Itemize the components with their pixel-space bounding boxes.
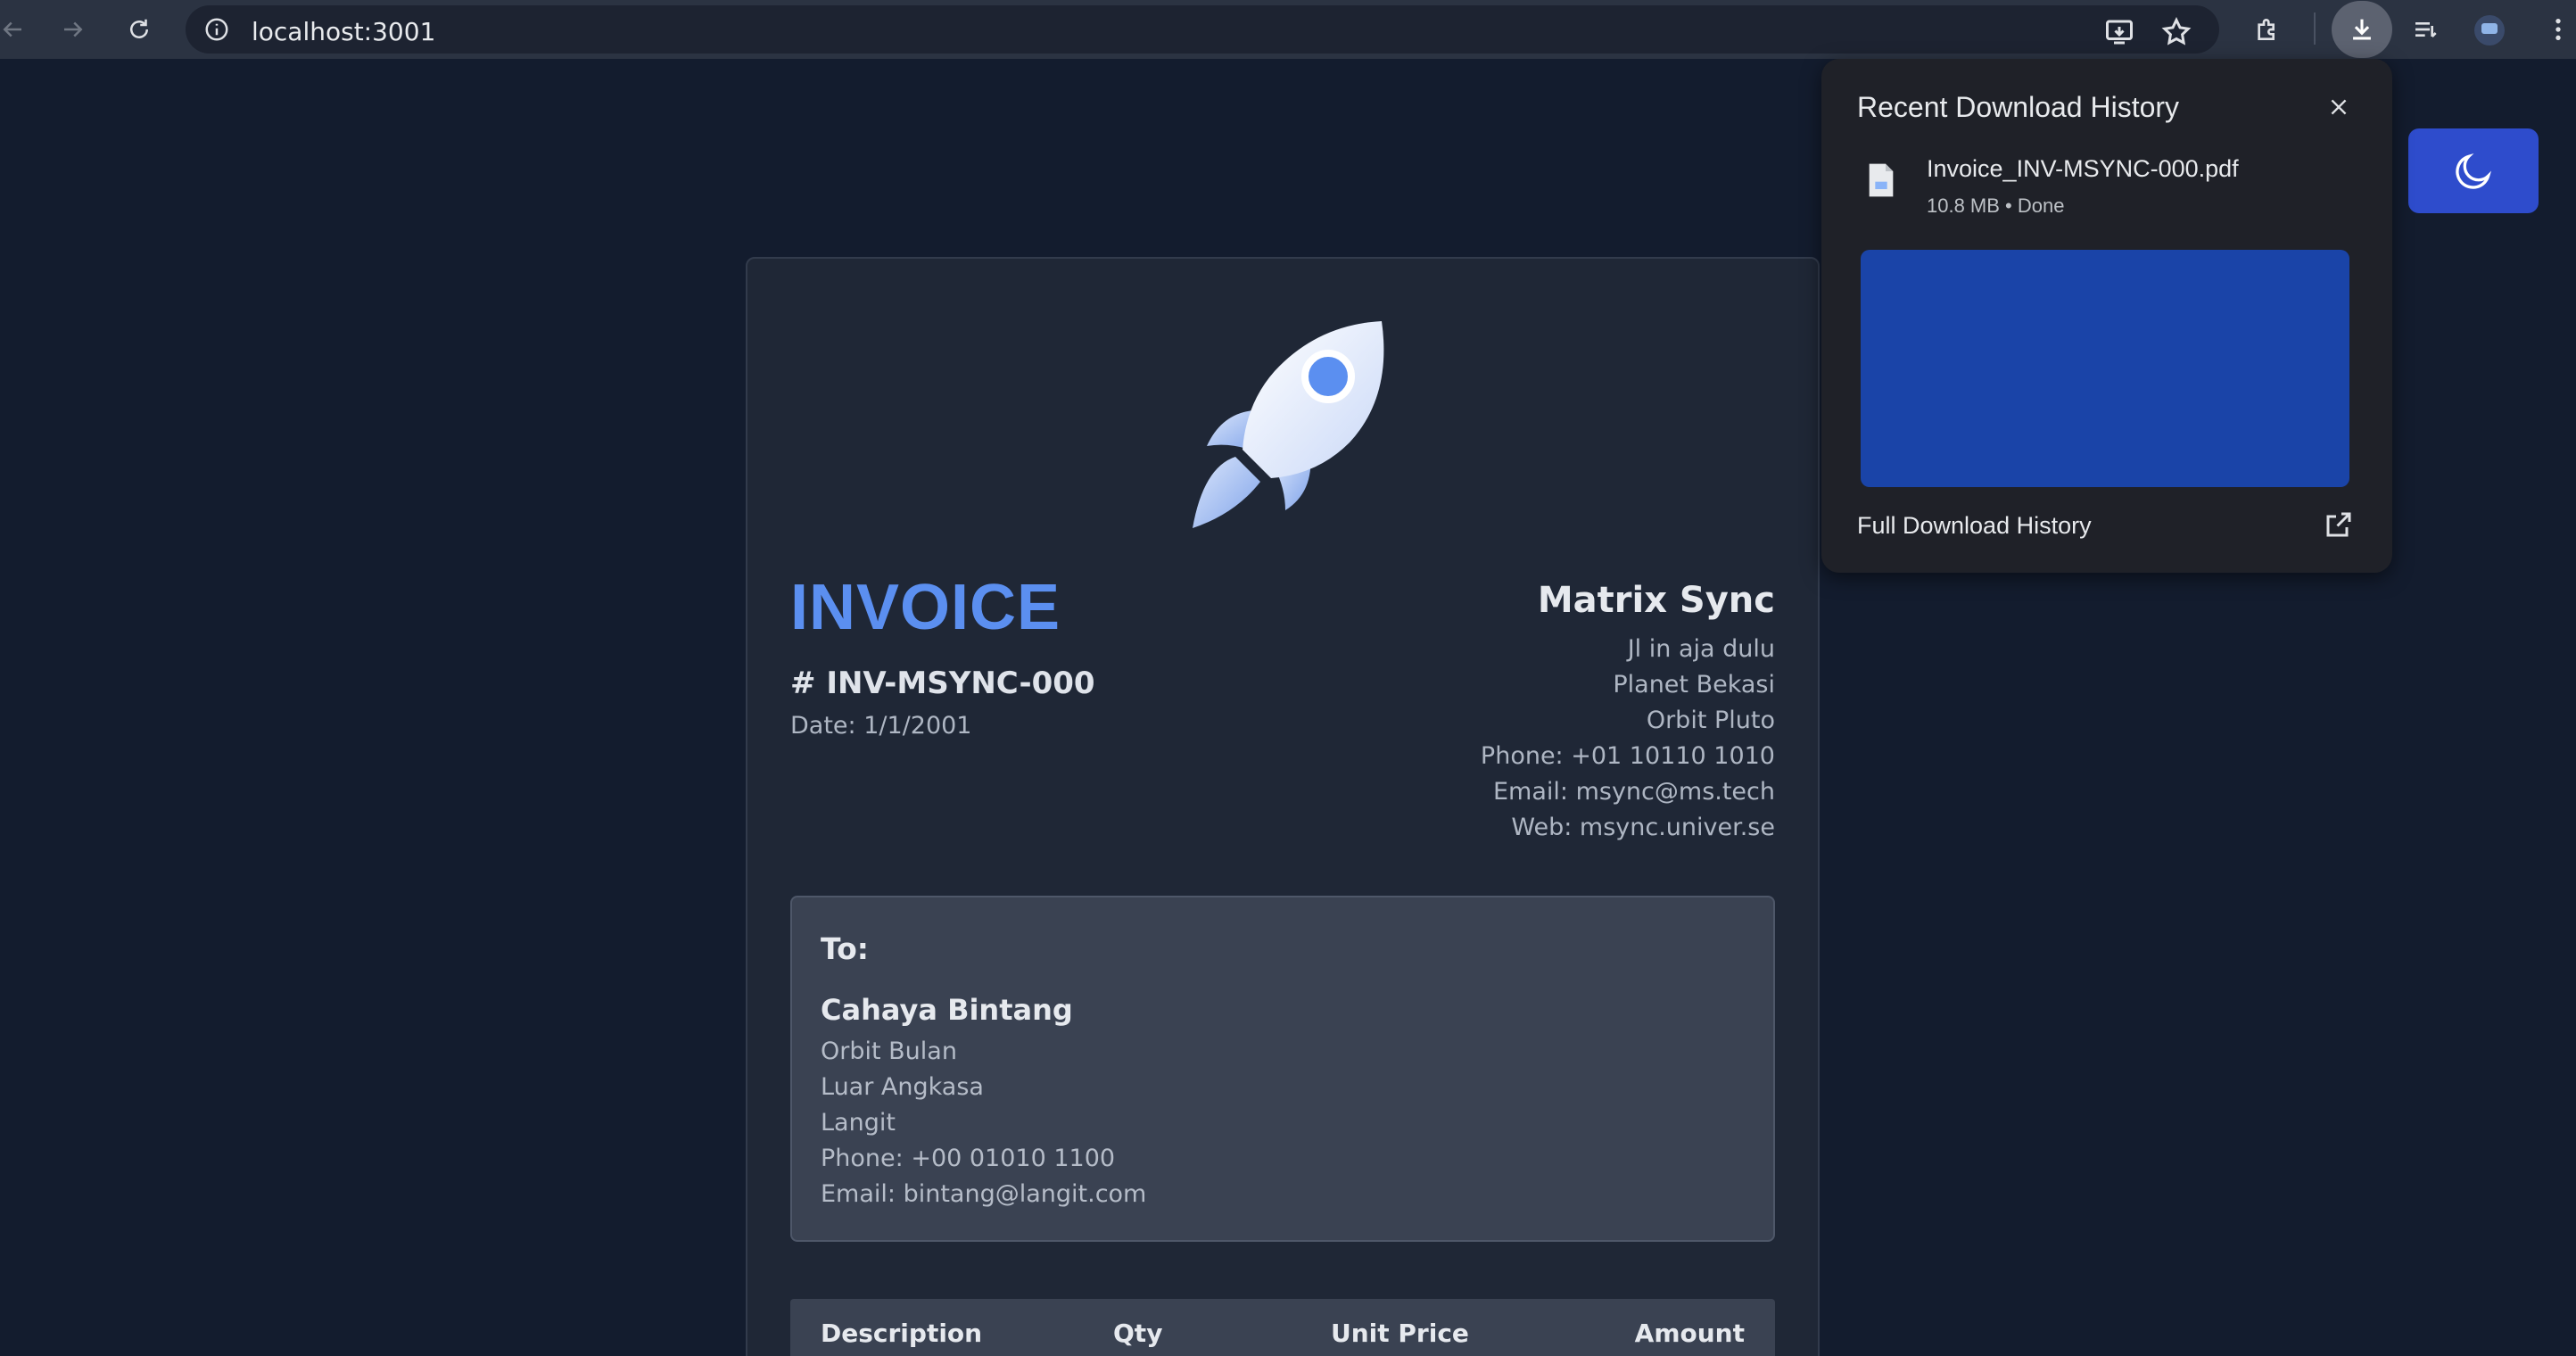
invoice-card: INVOICE # INV-MSYNC-000 Date: 1/1/2001 M… [746,257,1820,1356]
company-email: Email: msync@ms.tech [1493,778,1775,806]
info-icon[interactable] [203,16,230,43]
moon-icon [2456,153,2492,189]
client-phone: Phone: +00 01010 1100 [821,1145,1116,1172]
close-icon[interactable] [2321,89,2357,125]
toolbar-separator [2314,12,2316,45]
browser-toolbar: localhost:3001 [0,0,2576,59]
reading-list-icon[interactable] [2408,12,2444,47]
company-address-line: Jl in aja dulu [1627,635,1775,663]
download-panel-title: Recent Download History [1857,91,2180,123]
invoice-title: INVOICE [790,572,1061,643]
full-download-history-link[interactable]: Full Download History [1857,512,2092,540]
client-email: Email: bintang@langit.com [821,1180,1147,1208]
install-app-icon[interactable] [2103,16,2135,48]
items-table-header: Description Qty Unit Price Amount [790,1299,1775,1356]
download-history-panel: Recent Download History Invoice_INV-MSYN… [1821,59,2392,573]
column-header-unit-price: Unit Price [1331,1319,1469,1348]
company-phone: Phone: +01 10110 1010 [1480,742,1775,770]
company-address-line: Orbit Pluto [1646,707,1775,734]
url-text[interactable]: localhost:3001 [252,17,435,46]
download-item[interactable]: Invoice_INV-MSYNC-000.pdf 10.8 MB • Done [1857,152,2357,232]
forward-icon[interactable] [55,12,91,47]
bookmark-star-icon[interactable] [2160,16,2192,48]
company-address-line: Planet Bekasi [1613,671,1775,699]
bill-to-box: To: Cahaya Bintang Orbit Bulan Luar Angk… [790,896,1775,1242]
address-bar[interactable]: localhost:3001 [186,5,2219,54]
invoice-date: Date: 1/1/2001 [790,712,972,740]
client-address-line: Orbit Bulan [821,1038,957,1065]
column-header-description: Description [821,1319,983,1348]
company-web: Web: msync.univer.se [1511,814,1775,841]
extensions-icon[interactable] [2250,12,2285,47]
company-info: Matrix Sync Jl in aja dulu Planet Bekasi… [1481,580,1775,846]
back-icon[interactable] [0,12,30,47]
download-icon[interactable] [2332,1,2392,58]
theme-toggle-button[interactable] [2408,128,2539,213]
client-address-line: Langit [821,1109,896,1137]
download-file-status: 10.8 MB • Done [1927,194,2065,217]
column-header-amount: Amount [1634,1319,1745,1348]
download-preview-thumbnail[interactable] [1861,250,2349,487]
invoice-number: # INV-MSYNC-000 [790,666,1095,701]
pdf-file-icon [1869,163,1894,197]
company-name: Matrix Sync [1537,580,1775,621]
column-header-qty: Qty [1113,1319,1163,1348]
reload-icon[interactable] [121,12,157,47]
open-external-icon[interactable] [2323,508,2355,541]
menu-icon[interactable] [2540,12,2576,47]
rocket-logo [1193,321,1384,528]
profile-avatar[interactable] [2474,15,2505,45]
client-address-line: Luar Angkasa [821,1073,984,1101]
download-file-name[interactable]: Invoice_INV-MSYNC-000.pdf [1927,155,2239,183]
bill-to-label: To: [821,931,869,966]
client-name: Cahaya Bintang [821,993,1073,1027]
